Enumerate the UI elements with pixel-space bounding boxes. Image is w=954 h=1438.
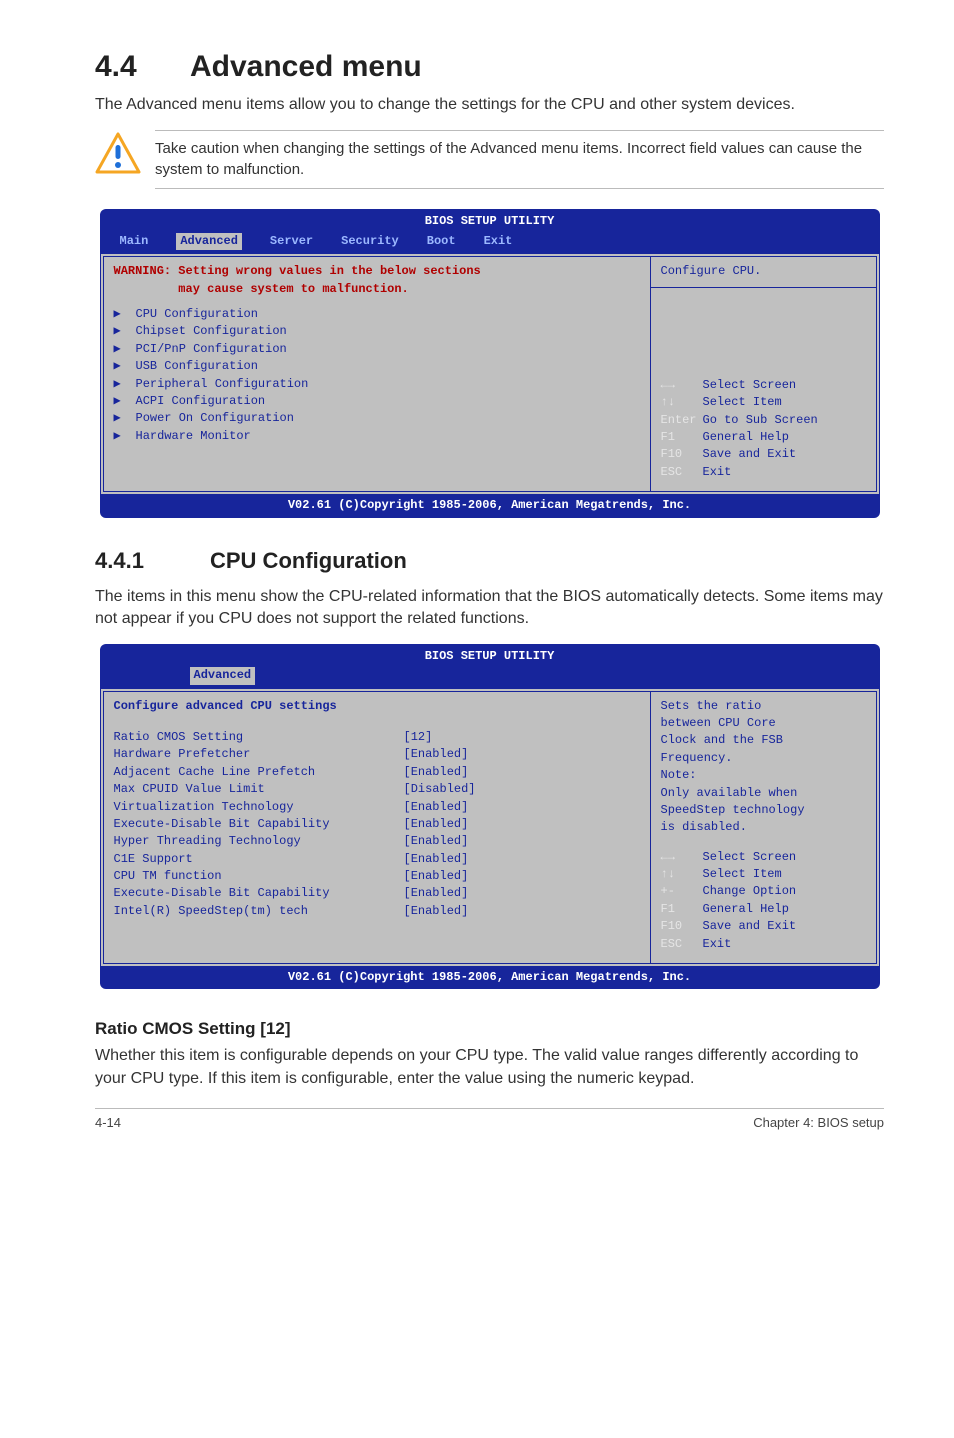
help-line: between CPU Core — [661, 715, 866, 732]
nav-row: ESCExit — [661, 464, 866, 481]
help-line: Sets the ratio — [661, 698, 866, 715]
arrow-icon: ▶ — [114, 358, 136, 375]
ratio-heading: Ratio CMOS Setting [12] — [95, 1019, 884, 1039]
nav-row: ESCExit — [661, 936, 866, 953]
nav-row: ↑↓Select Item — [661, 394, 866, 411]
bios-nav-hints: ←→Select Screen ↑↓Select Item EnterGo to… — [651, 371, 876, 492]
submenu-pci-pnp-config[interactable]: ▶PCI/PnP Configuration — [114, 341, 640, 358]
setting-execute-disable-2[interactable]: Execute-Disable Bit Capability[Enabled] — [114, 885, 640, 902]
bios-nav-hints: ←→Select Screen ↑↓Select Item +-Change O… — [651, 843, 876, 964]
submenu-acpi-config[interactable]: ▶ACPI Configuration — [114, 393, 640, 410]
caution-note: Take caution when changing the settings … — [95, 130, 884, 189]
nav-row: F10Save and Exit — [661, 446, 866, 463]
bios-help-pane: Configure CPU. ←→Select Screen ↑↓Select … — [651, 256, 877, 492]
section-intro: The Advanced menu items allow you to cha… — [95, 94, 884, 116]
setting-ratio-cmos[interactable]: Ratio CMOS Setting[12] — [114, 729, 640, 746]
bios-footer: V02.61 (C)Copyright 1985-2006, American … — [100, 494, 880, 517]
nav-row: ↑↓Select Item — [661, 866, 866, 883]
nav-row: ←→Select Screen — [661, 849, 866, 866]
setting-execute-disable-1[interactable]: Execute-Disable Bit Capability[Enabled] — [114, 816, 640, 833]
bios-tab-advanced[interactable]: Advanced — [190, 667, 256, 684]
subsection-title: 4.4.1CPU Configuration — [95, 548, 884, 574]
subsection-intro: The items in this menu show the CPU-rela… — [95, 586, 884, 630]
help-line: Only available when — [661, 785, 866, 802]
section-name: Advanced menu — [190, 50, 422, 83]
ratio-text: Whether this item is configurable depend… — [95, 1045, 884, 1089]
warning-icon — [95, 130, 155, 176]
chapter-label: Chapter 4: BIOS setup — [753, 1115, 884, 1130]
help-line: Clock and the FSB — [661, 732, 866, 749]
bios-left-pane: Configure advanced CPU settings Ratio CM… — [103, 691, 651, 964]
submenu-usb-config[interactable]: ▶USB Configuration — [114, 358, 640, 375]
bios-help-pane: Sets the ratio between CPU Core Clock an… — [651, 691, 877, 964]
nav-row: +-Change Option — [661, 883, 866, 900]
arrow-icon: ▶ — [114, 376, 136, 393]
arrow-icon: ▶ — [114, 410, 136, 427]
setting-c1e-support[interactable]: C1E Support[Enabled] — [114, 851, 640, 868]
bios-tab-boot[interactable]: Boot — [427, 233, 456, 250]
help-line: SpeedStep technology — [661, 802, 866, 819]
setting-hardware-prefetcher[interactable]: Hardware Prefetcher[Enabled] — [114, 746, 640, 763]
bios-title: BIOS SETUP UTILITY — [100, 648, 880, 667]
nav-row: ←→Select Screen — [661, 377, 866, 394]
subsection-name: CPU Configuration — [210, 548, 407, 573]
bios-tab-main[interactable]: Main — [120, 233, 149, 250]
bios-warning-1: WARNING: Setting wrong values in the bel… — [114, 263, 640, 280]
setting-hyper-threading[interactable]: Hyper Threading Technology[Enabled] — [114, 833, 640, 850]
bios-tab-advanced[interactable]: Advanced — [176, 233, 242, 250]
help-line: Frequency. — [661, 750, 866, 767]
submenu-chipset-config[interactable]: ▶Chipset Configuration — [114, 323, 640, 340]
nav-row: F10Save and Exit — [661, 918, 866, 935]
submenu-power-on-config[interactable]: ▶Power On Configuration — [114, 410, 640, 427]
cpu-settings-heading: Configure advanced CPU settings — [114, 698, 640, 715]
submenu-hardware-monitor[interactable]: ▶Hardware Monitor — [114, 428, 640, 445]
submenu-cpu-config[interactable]: ▶CPU Configuration — [114, 306, 640, 323]
bios-warning-2: may cause system to malfunction. — [114, 281, 640, 298]
bios-screen-cpu-config: BIOS SETUP UTILITY Advanced Configure ad… — [100, 644, 880, 990]
bios-tabs: Advanced — [100, 667, 880, 688]
setting-max-cpuid[interactable]: Max CPUID Value Limit[Disabled] — [114, 781, 640, 798]
subsection-number: 4.4.1 — [95, 548, 210, 574]
page-footer: 4-14 Chapter 4: BIOS setup — [95, 1108, 884, 1130]
nav-row: EnterGo to Sub Screen — [661, 412, 866, 429]
setting-virtualization[interactable]: Virtualization Technology[Enabled] — [114, 799, 640, 816]
setting-cpu-tm[interactable]: CPU TM function[Enabled] — [114, 868, 640, 885]
section-title: 4.4Advanced menu — [95, 50, 884, 84]
arrow-icon: ▶ — [114, 306, 136, 323]
setting-speedstep[interactable]: Intel(R) SpeedStep(tm) tech[Enabled] — [114, 903, 640, 920]
bios-screen-advanced: BIOS SETUP UTILITY Main Advanced Server … — [100, 209, 880, 517]
bios-footer: V02.61 (C)Copyright 1985-2006, American … — [100, 966, 880, 989]
page-number: 4-14 — [95, 1115, 121, 1130]
bios-header: BIOS SETUP UTILITY Main Advanced Server … — [100, 209, 880, 254]
submenu-peripheral-config[interactable]: ▶Peripheral Configuration — [114, 376, 640, 393]
bios-help-text: Configure CPU. — [651, 256, 876, 287]
bios-help-text: Sets the ratio between CPU Core Clock an… — [651, 691, 876, 843]
setting-adjacent-cache[interactable]: Adjacent Cache Line Prefetch[Enabled] — [114, 764, 640, 781]
bios-title: BIOS SETUP UTILITY — [100, 213, 880, 232]
arrow-icon: ▶ — [114, 428, 136, 445]
caution-text: Take caution when changing the settings … — [155, 130, 884, 189]
help-line: is disabled. — [661, 819, 866, 836]
help-line: Note: — [661, 767, 866, 784]
bios-tab-server[interactable]: Server — [270, 233, 313, 250]
arrow-icon: ▶ — [114, 341, 136, 358]
bios-tabs: Main Advanced Server Security Boot Exit — [100, 233, 880, 254]
arrow-icon: ▶ — [114, 323, 136, 340]
nav-row: F1General Help — [661, 901, 866, 918]
bios-tab-exit[interactable]: Exit — [484, 233, 513, 250]
bios-tab-security[interactable]: Security — [341, 233, 399, 250]
nav-row: F1General Help — [661, 429, 866, 446]
arrow-icon: ▶ — [114, 393, 136, 410]
bios-header: BIOS SETUP UTILITY Advanced — [100, 644, 880, 689]
section-number: 4.4 — [95, 50, 190, 84]
bios-left-pane: WARNING: Setting wrong values in the bel… — [103, 256, 651, 492]
